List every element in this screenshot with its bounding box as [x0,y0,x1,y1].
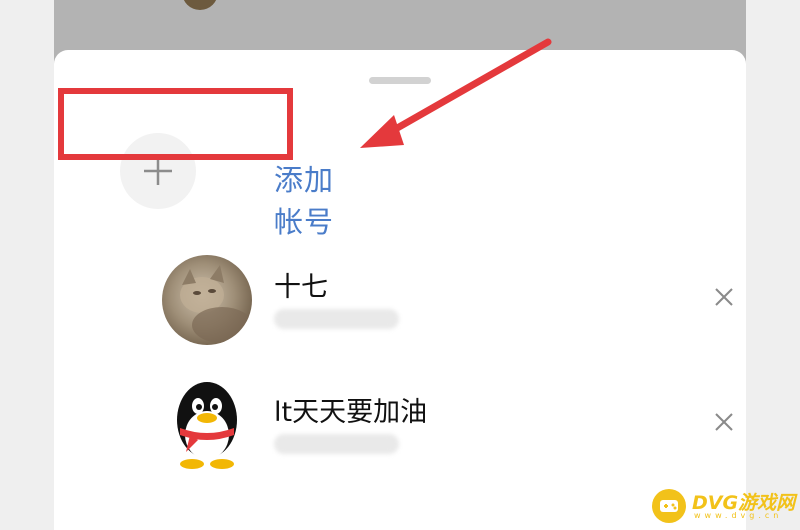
gamepad-icon [652,489,686,523]
pointer-arrow [360,38,552,148]
watermark-domain: www.dvg.cn [694,511,783,520]
watermark: DVG游戏网 www.dvg.cn [640,483,800,527]
